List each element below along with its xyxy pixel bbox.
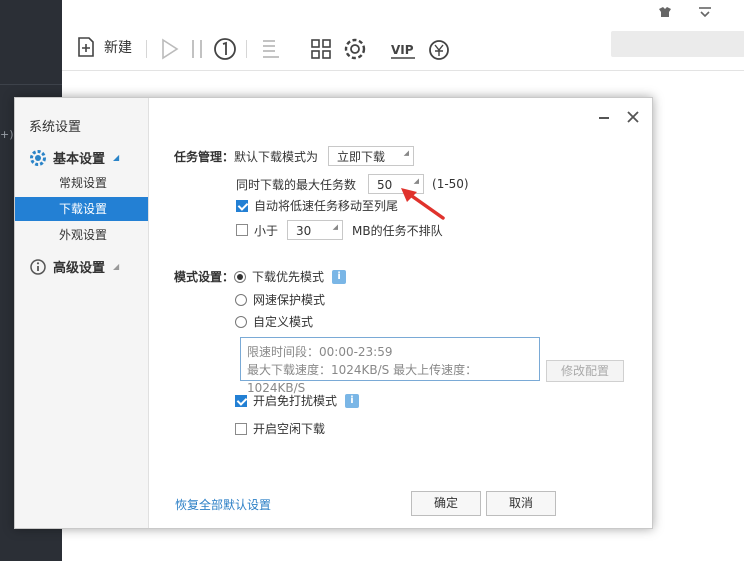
- max-tasks-label: 同时下载的最大任务数: [236, 177, 357, 192]
- sidebar-separator: [0, 84, 62, 85]
- vip-icon[interactable]: VIP: [390, 36, 416, 62]
- default-mode-label: 默认下载模式为: [234, 149, 319, 164]
- no-disturb-checkbox[interactable]: [235, 394, 247, 407]
- sidebar-title: 系统设置: [29, 120, 82, 135]
- speed-limit-box: 限速时间段：00:00-23:59 最大下载速度：1024KB/S 最大上传速度…: [240, 337, 540, 395]
- expand-caret-icon: ◢: [113, 262, 120, 271]
- max-tasks-value: 50: [377, 178, 393, 192]
- tip-icon[interactable]: i: [332, 269, 347, 284]
- move-slow-label: 自动将低速任务移动至列尾: [254, 199, 399, 213]
- sidebar-item-download[interactable]: 下载设置: [15, 197, 148, 221]
- default-mode-value: 立即下载: [337, 150, 386, 164]
- wallet-icon[interactable]: [426, 36, 452, 62]
- new-task-button[interactable]: 新建: [76, 36, 132, 58]
- svg-text:VIP: VIP: [391, 43, 414, 57]
- new-icon: [78, 37, 94, 57]
- move-slow-checkbox[interactable]: [236, 199, 248, 212]
- mode-option-network-protect-row[interactable]: 网速保护模式: [235, 291, 325, 308]
- app-toolbar: 新建 VIP: [62, 0, 744, 71]
- search-box[interactable]: [611, 31, 744, 57]
- new-task-label: 新建: [104, 40, 132, 56]
- task-default-mode-row: 任务管理： 默认下载模式为 立即下载 ◢: [174, 146, 415, 166]
- sidebar-edge-text: +): [0, 128, 14, 141]
- menu-icon[interactable]: [698, 6, 712, 22]
- sidebar-item-appearance[interactable]: 外观设置: [15, 223, 148, 247]
- mode-option-label: 自定义模式: [253, 315, 314, 329]
- close-icon[interactable]: [627, 108, 639, 127]
- tip-icon[interactable]: i: [345, 393, 360, 408]
- task-management-label: 任务管理：: [174, 149, 235, 164]
- mode-radio-download-first[interactable]: [234, 270, 247, 283]
- dropdown-arrow-icon: ◢: [403, 149, 410, 157]
- mode-radio-custom[interactable]: [235, 315, 247, 328]
- pause-icon[interactable]: [184, 36, 210, 62]
- less-than-label: 小于: [254, 223, 279, 238]
- settings-sidebar: 系统设置 基本设置 ◢ 常规设置 下载设置 外观设置 高级设置 ◢: [15, 98, 149, 528]
- less-than-select[interactable]: 30 ◢: [287, 220, 344, 240]
- no-disturb-label: 开启免打扰模式: [253, 394, 338, 408]
- toolbar-divider: [246, 40, 247, 58]
- less-than-checkbox[interactable]: [236, 224, 248, 236]
- gear-icon: [30, 149, 46, 166]
- toolbar-divider: [146, 40, 147, 58]
- speed-limit-icon[interactable]: [212, 36, 238, 62]
- shirt-icon[interactable]: [658, 6, 672, 22]
- mode-option-label: 网速保护模式: [253, 293, 326, 307]
- info-icon: [30, 258, 46, 275]
- idle-download-checkbox[interactable]: [235, 422, 247, 435]
- dropdown-arrow-icon: ◢: [332, 223, 339, 231]
- settings-gear-icon[interactable]: [342, 36, 368, 62]
- modify-config-button[interactable]: 修改配置: [546, 360, 624, 382]
- sidebar-group-label: 基本设置: [53, 152, 106, 167]
- idle-download-row[interactable]: 开启空闲下载: [235, 420, 325, 437]
- expand-caret-icon: ◢: [113, 153, 120, 162]
- mode-settings-label: 模式设置：: [174, 270, 235, 284]
- no-disturb-row[interactable]: 开启免打扰模式 i: [235, 392, 360, 409]
- less-than-suffix: MB的任务不排队: [352, 223, 443, 238]
- sidebar-group-basic[interactable]: 基本设置 ◢: [29, 148, 119, 167]
- sidebar-group-advanced[interactable]: 高级设置 ◢: [29, 257, 119, 276]
- system-settings-dialog: 系统设置 基本设置 ◢ 常规设置 下载设置 外观设置 高级设置 ◢ 任务管理：: [14, 97, 653, 529]
- mode-radio-network-protect[interactable]: [235, 293, 247, 306]
- less-than-value: 30: [296, 224, 312, 238]
- sidebar-item-general[interactable]: 常规设置: [15, 171, 148, 195]
- less-than-row: 小于 30 ◢ MB的任务不排队: [236, 220, 443, 240]
- default-mode-select[interactable]: 立即下载 ◢: [328, 146, 415, 166]
- cancel-button[interactable]: 取消: [486, 491, 556, 516]
- play-icon[interactable]: [156, 36, 182, 62]
- move-slow-row[interactable]: 自动将低速任务移动至列尾: [236, 197, 398, 214]
- annotation-arrow-icon: [401, 188, 445, 220]
- mode-option-download-first-row[interactable]: 模式设置： 下载优先模式 i: [174, 268, 347, 285]
- mode-option-custom-row[interactable]: 自定义模式: [235, 313, 313, 330]
- sidebar-group-label: 高级设置: [53, 261, 106, 276]
- limit-period-text: 限速时间段：00:00-23:59: [247, 345, 393, 359]
- minimize-icon[interactable]: [598, 108, 610, 127]
- list-icon[interactable]: [258, 36, 284, 62]
- restore-defaults-link[interactable]: 恢复全部默认设置: [175, 496, 271, 513]
- idle-download-label: 开启空闲下载: [253, 422, 326, 436]
- ok-button[interactable]: 确定: [411, 491, 481, 516]
- apps-icon[interactable]: [308, 36, 334, 62]
- mode-option-label: 下载优先模式: [252, 270, 325, 284]
